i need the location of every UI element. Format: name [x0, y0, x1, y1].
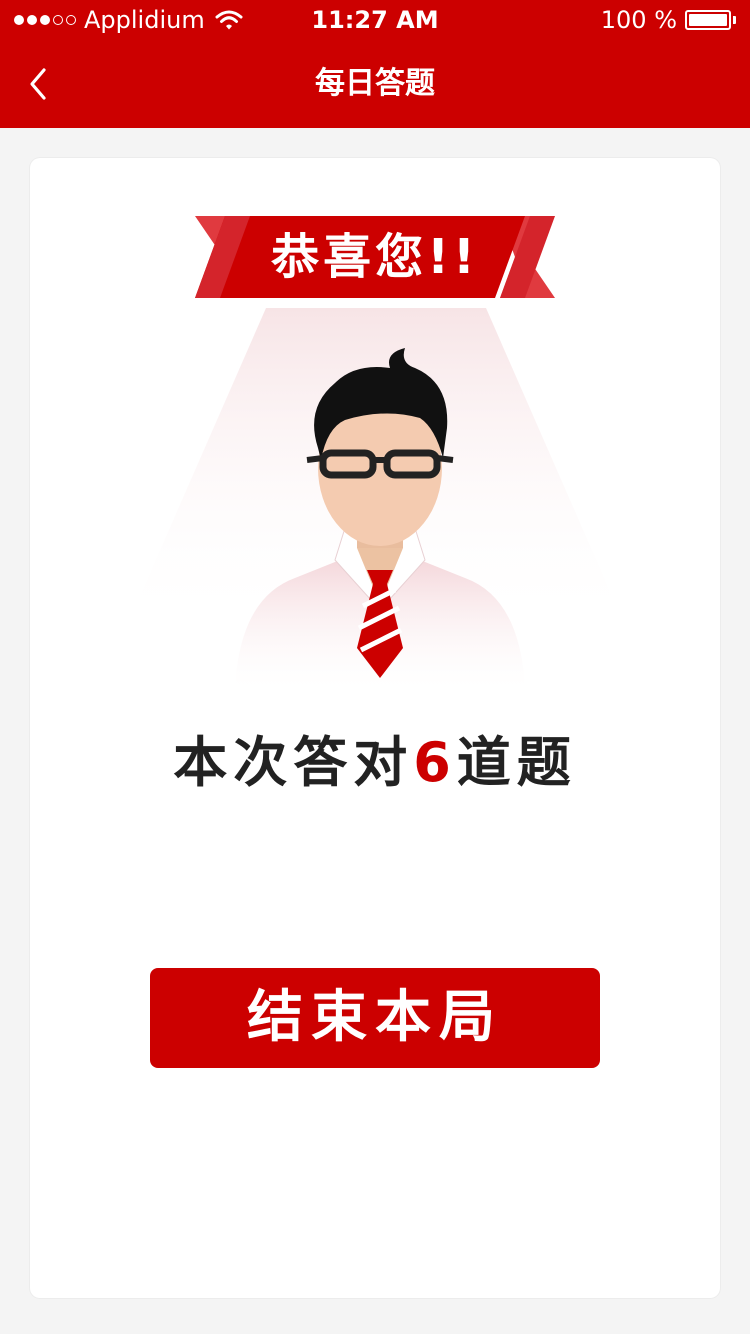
- back-button[interactable]: [20, 60, 60, 108]
- top-bar: Applidium 11:27 AM 100 % 每日答题: [0, 0, 750, 128]
- result-suffix: 道题: [456, 731, 577, 794]
- battery-fill: [689, 14, 727, 26]
- page-title: 每日答题: [315, 66, 435, 101]
- result-count: 6: [413, 731, 457, 794]
- status-bar: Applidium 11:27 AM 100 %: [0, 0, 750, 40]
- battery-cap: [733, 16, 736, 24]
- avatar-illustration: [235, 348, 525, 688]
- result-prefix: 本次答对: [173, 731, 414, 794]
- congrats-text: 恭喜您!!: [271, 229, 479, 285]
- result-card: 恭喜您!! 本次答对6道题 结束本局: [30, 158, 720, 1298]
- status-right: 100 %: [601, 0, 736, 40]
- battery-percent: 100 %: [600, 6, 677, 34]
- chevron-left-icon: [30, 68, 46, 100]
- nav-bar: 每日答题: [0, 40, 750, 128]
- end-round-button[interactable]: 结束本局: [150, 968, 600, 1068]
- battery-icon: [685, 10, 731, 30]
- result-text: 本次答对6道题: [30, 718, 720, 797]
